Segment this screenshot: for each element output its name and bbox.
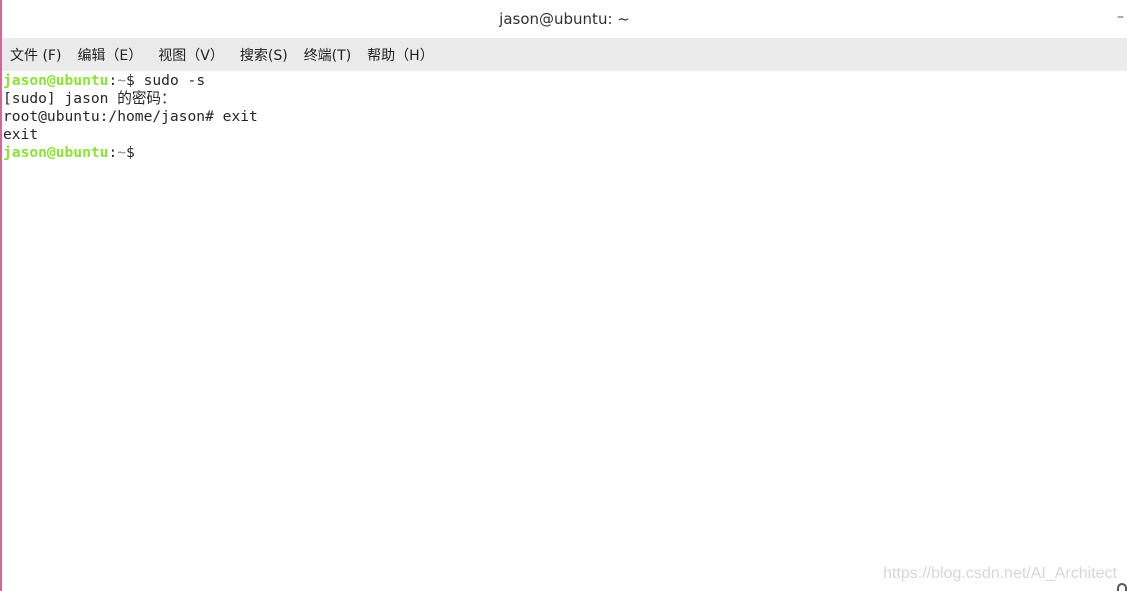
corner-resize-icon [1117,583,1127,591]
window-title: jason@ubuntu: ~ [499,10,630,28]
command-text: $ sudo -s [126,72,206,89]
prompt-symbol: $ [126,144,135,161]
terminal-line: jason@ubuntu:~$ [3,144,1123,162]
terminal-output[interactable]: jason@ubuntu:~$ sudo -s [sudo] jason 的密码… [3,72,1123,591]
prompt-path: ~ [117,144,127,161]
minimize-icon[interactable]: – [1117,10,1127,24]
prompt-separator: : [108,144,118,161]
menu-view[interactable]: 视图（V） [150,45,232,65]
window-left-border [0,0,2,591]
watermark: https://blog.csdn.net/AI_Architect [883,565,1117,582]
menu-terminal[interactable]: 终端(T) [296,45,359,65]
menu-file[interactable]: 文件 (F) [2,45,69,65]
prompt-user: jason@ubuntu [3,72,109,89]
terminal-line: root@ubuntu:/home/jason# exit [3,108,258,125]
terminal-line: jason@ubuntu:~$ sudo -s [3,72,1123,90]
terminal-line: exit [3,126,39,143]
prompt-path: ~ [117,72,127,89]
menu-edit[interactable]: 编辑（E） [69,45,150,65]
menu-help[interactable]: 帮助（H） [359,45,442,65]
menu-search[interactable]: 搜索(S) [232,45,296,65]
prompt-user: jason@ubuntu [3,144,109,161]
menubar: 文件 (F) 编辑（E） 视图（V） 搜索(S) 终端(T) 帮助（H） [2,38,1127,71]
window-titlebar[interactable]: jason@ubuntu: ~ – [2,0,1127,38]
terminal-line: [sudo] jason 的密码： [3,90,176,107]
prompt-separator: : [108,72,118,89]
